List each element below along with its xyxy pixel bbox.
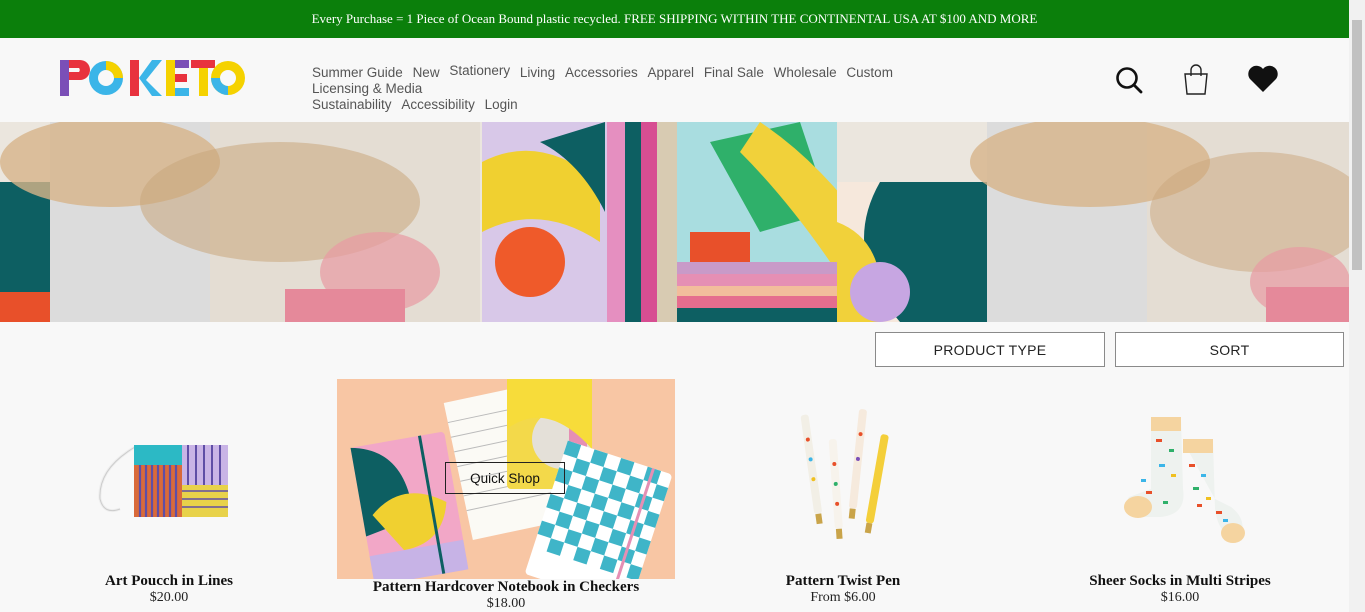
- product-card-pattern-notebook[interactable]: Quick Shop Pattern Hardcover Notebook in…: [337, 379, 675, 612]
- main-navigation: Summer Guide New Stationery Living Acces…: [312, 63, 1012, 113]
- announcement-banner: Every Purchase = 1 Piece of Ocean Bound …: [0, 0, 1349, 38]
- product-price: $16.00: [1160, 590, 1200, 605]
- nav-licensing-media[interactable]: Licensing & Media: [312, 81, 422, 97]
- page-scrollbar[interactable]: [1349, 0, 1365, 612]
- product-title[interactable]: Pattern Twist Pen: [674, 573, 1012, 590]
- product-card-art-pouch[interactable]: Art Poucch in Lines $20.00: [0, 379, 338, 606]
- nav-new[interactable]: New: [413, 65, 440, 81]
- bag-icon[interactable]: [1181, 62, 1211, 101]
- quick-shop-label: Quick Shop: [470, 470, 540, 486]
- product-title[interactable]: Sheer Socks in Multi Stripes: [1011, 573, 1349, 590]
- product-image[interactable]: [1011, 379, 1349, 573]
- product-image[interactable]: Quick Shop: [337, 379, 675, 607]
- announcement-text: Every Purchase = 1 Piece of Ocean Bound …: [311, 11, 1038, 26]
- nav-accessories[interactable]: Accessories: [565, 65, 638, 81]
- nav-summer-guide[interactable]: Summer Guide: [312, 65, 403, 81]
- sort-button[interactable]: SORT: [1115, 332, 1344, 367]
- product-type-label: PRODUCT TYPE: [933, 341, 1047, 358]
- nav-apparel[interactable]: Apparel: [648, 65, 695, 81]
- product-title[interactable]: Art Poucch in Lines: [0, 573, 338, 590]
- nav-final-sale[interactable]: Final Sale: [704, 65, 764, 81]
- sort-label: SORT: [1209, 341, 1250, 358]
- nav-custom[interactable]: Custom: [846, 65, 893, 81]
- quick-shop-button[interactable]: Quick Shop: [445, 462, 565, 494]
- product-image[interactable]: [0, 379, 338, 573]
- heart-icon[interactable]: [1246, 62, 1280, 101]
- product-price: $20.00: [149, 590, 189, 605]
- product-image[interactable]: [674, 379, 1012, 573]
- scrollbar-thumb[interactable]: [1352, 20, 1362, 270]
- nav-login[interactable]: Login: [485, 97, 518, 113]
- hero-banner-image: [0, 122, 1349, 322]
- nav-stationery[interactable]: Stationery: [449, 63, 510, 79]
- site-header: Summer Guide New Stationery Living Acces…: [0, 38, 1349, 123]
- nav-sustainability[interactable]: Sustainability: [312, 97, 392, 113]
- product-price: $18.00: [486, 596, 526, 611]
- logo-mark: [60, 60, 245, 96]
- poketo-logo[interactable]: [60, 58, 246, 103]
- nav-living[interactable]: Living: [520, 65, 555, 81]
- product-title[interactable]: Pattern Hardcover Notebook in Checkers: [337, 579, 675, 596]
- product-card-twist-pen[interactable]: Pattern Twist Pen From $6.00: [674, 379, 1012, 606]
- nav-wholesale[interactable]: Wholesale: [774, 65, 837, 81]
- product-card-sheer-socks[interactable]: Sheer Socks in Multi Stripes $16.00: [1011, 379, 1349, 606]
- search-icon[interactable]: [1114, 62, 1144, 101]
- nav-accessibility[interactable]: Accessibility: [401, 97, 475, 113]
- product-type-filter-button[interactable]: PRODUCT TYPE: [875, 332, 1105, 367]
- product-price: From $6.00: [810, 590, 876, 605]
